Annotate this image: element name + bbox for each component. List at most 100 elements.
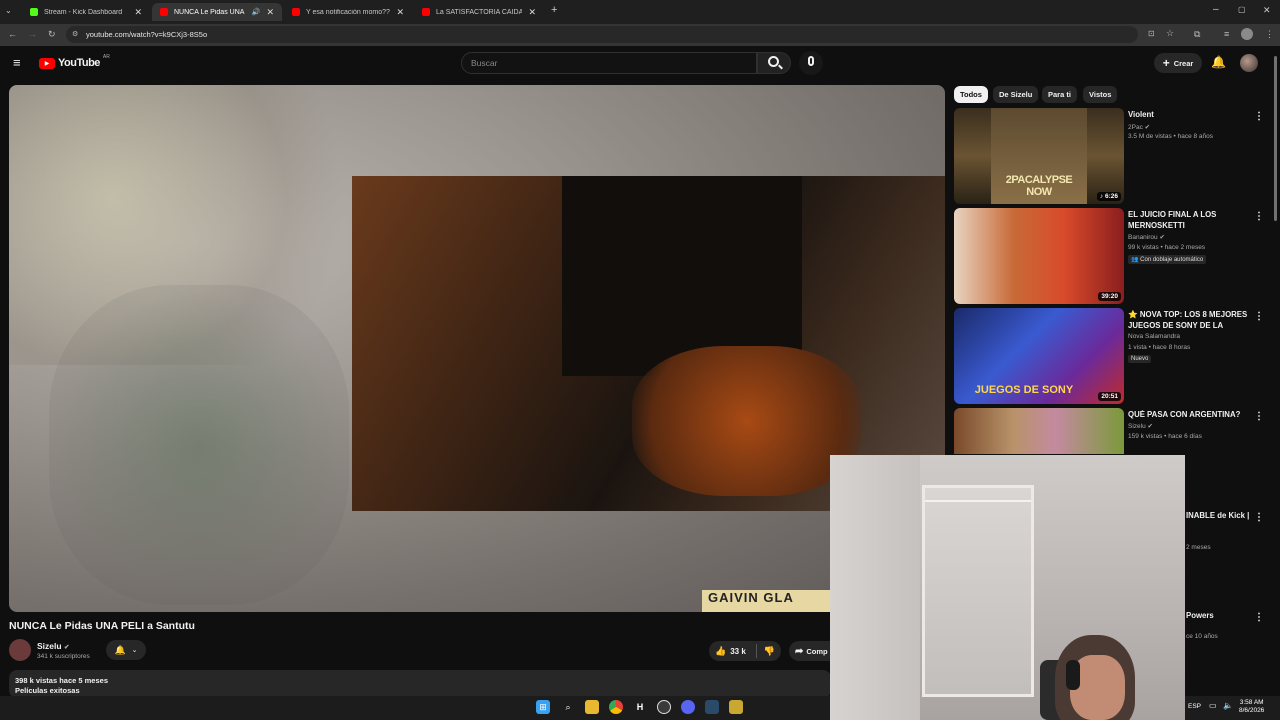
channel-name[interactable]: Sizelu ✔	[37, 641, 69, 651]
back-icon[interactable]: ←	[8, 29, 17, 39]
webcam-overlay	[830, 455, 1185, 720]
close-tab-icon[interactable]: ✕	[134, 7, 142, 18]
tab-title: NUNCA Le Pidas UNA PELI	[174, 8, 246, 16]
more-options-icon[interactable]: ⋮	[1254, 612, 1264, 623]
rec-title[interactable]: EL JUICIO FINAL A LOS MERNOSKETTI	[1128, 210, 1250, 231]
bookmark-star-icon[interactable]: ☆	[1166, 28, 1174, 39]
chip-all[interactable]: Todos	[954, 86, 988, 103]
thumb-text: JUEGOS DE SONY	[974, 384, 1074, 396]
tab-kick-dashboard[interactable]: Stream - Kick Dashboard ✕	[22, 3, 150, 21]
duration: 39:20	[1098, 292, 1121, 301]
profile-avatar[interactable]	[1241, 28, 1253, 40]
rec-title[interactable]: Violent	[1128, 110, 1250, 121]
scrollbar-thumb[interactable]	[1274, 56, 1277, 221]
search-button[interactable]	[757, 52, 791, 74]
reload-icon[interactable]: ↻	[48, 29, 56, 40]
search-input[interactable]: Buscar	[461, 52, 757, 74]
close-tab-icon[interactable]: ✕	[528, 7, 536, 18]
rec-title[interactable]: ⭐ NOVA TOP: LOS 8 MEJORES JUEGOS DE SONY…	[1128, 310, 1250, 332]
youtube-logo[interactable]: ▶ YouTube AR	[39, 54, 110, 69]
network-icon[interactable]: ▭	[1209, 701, 1217, 710]
create-label: Crear	[1173, 58, 1194, 68]
rec-channel[interactable]: Sizelu ✔	[1128, 422, 1153, 430]
extensions-icon[interactable]: ⧉	[1194, 29, 1200, 40]
chip-for-you[interactable]: Para ti	[1042, 86, 1077, 103]
close-window-icon[interactable]: ✕	[1263, 5, 1271, 16]
description-box[interactable]: 398 k vistas hace 5 meses Películas exit…	[9, 670, 831, 698]
discord-icon[interactable]	[681, 700, 695, 714]
taskbar-search-icon[interactable]: ⌕	[561, 700, 575, 714]
forward-icon[interactable]: →	[28, 29, 37, 39]
install-app-icon[interactable]: ⊡	[1148, 29, 1155, 38]
music-note-icon: ♪	[1099, 193, 1104, 200]
share-button[interactable]: ➦ Comp	[789, 641, 834, 661]
close-tab-icon[interactable]: ✕	[266, 7, 274, 18]
app-icon-notes[interactable]	[729, 700, 743, 714]
close-tab-icon[interactable]: ✕	[396, 7, 404, 18]
chrome-icon[interactable]	[609, 700, 623, 714]
rec-thumbnail[interactable]: 2PACALYPSE NOW ♪ 6:26	[954, 108, 1124, 204]
tab-youtube-2[interactable]: Y esa notificación momo??? (4 ✕	[284, 3, 412, 21]
steam-icon[interactable]	[705, 700, 719, 714]
youtube-logo-text: YouTube	[58, 57, 100, 69]
subscription-bell-button[interactable]: 🔔 ⌄	[106, 640, 146, 660]
speaker-icon[interactable]: 🔊	[252, 8, 261, 16]
rec-views-partial: ce 10 años	[1186, 633, 1218, 640]
video-player[interactable]: GAIVIN GLA	[9, 85, 945, 612]
more-options-icon[interactable]: ⋮	[1254, 411, 1264, 422]
more-options-icon[interactable]: ⋮	[1254, 512, 1264, 523]
rec-title-partial[interactable]: INABLE de Kick |	[1186, 511, 1252, 522]
rec-thumbnail[interactable]: JUEGOS DE SONY 20:51	[954, 308, 1124, 404]
channel-avatar[interactable]	[9, 639, 31, 661]
chrome-menu-icon[interactable]: ⋮	[1265, 29, 1274, 40]
create-button[interactable]: + Crear	[1154, 53, 1202, 73]
address-bar[interactable]: ⚙ youtube.com/watch?v=k9CXj3-8S5o ⊡ ☆	[66, 26, 1174, 43]
windows-start-icon[interactable]: ⊞	[536, 700, 550, 714]
voice-search-button[interactable]	[799, 51, 823, 75]
subscriber-count: 341 k suscriptores	[37, 653, 90, 660]
hamburger-menu-icon[interactable]: ≡	[13, 56, 21, 69]
site-info-icon[interactable]: ⚙	[72, 30, 78, 38]
rec-views-partial: 2 meses	[1186, 544, 1211, 551]
clock-date: 8/6/2026	[1239, 707, 1265, 714]
maximize-icon[interactable]: ▢	[1238, 5, 1246, 14]
more-options-icon[interactable]: ⋮	[1254, 311, 1264, 322]
chip-watched[interactable]: Vistos	[1083, 86, 1118, 103]
app-icon-h[interactable]: H	[633, 700, 647, 714]
more-options-icon[interactable]: ⋮	[1254, 211, 1264, 222]
rec-channel[interactable]: 2Pac ✔	[1128, 123, 1150, 131]
description-text: Películas exitosas	[15, 686, 80, 695]
volume-icon[interactable]: 🔈	[1223, 701, 1233, 710]
tab-title: Stream - Kick Dashboard	[44, 8, 123, 16]
tab-search-icon[interactable]: ⌄	[5, 6, 12, 15]
rec-channel[interactable]: Nova Salamandra	[1128, 333, 1180, 340]
taskbar-clock[interactable]: 3:58 AM 8/6/2026	[1239, 699, 1264, 715]
rec-channel[interactable]: Bananirou ✔	[1128, 233, 1165, 241]
url-text: youtube.com/watch?v=k9CXj3-8S5o	[86, 30, 208, 39]
video-blur-figure	[49, 285, 349, 605]
account-avatar[interactable]	[1240, 54, 1258, 72]
notifications-bell-icon[interactable]: 🔔	[1211, 55, 1226, 69]
thumbs-down-icon[interactable]: 👎	[764, 646, 775, 657]
file-explorer-icon[interactable]	[585, 700, 599, 714]
like-button[interactable]: 👍 33 k 👎	[709, 641, 781, 661]
rec-title[interactable]: QUÉ PASA CON ARGENTINA?	[1128, 410, 1250, 421]
rec-thumbnail[interactable]: 39:20	[954, 208, 1124, 304]
rec-thumbnail[interactable]	[954, 408, 1124, 454]
share-arrow-icon: ➦	[795, 645, 804, 657]
search-icon-handle	[778, 64, 783, 70]
new-tab-icon[interactable]: +	[551, 4, 557, 16]
more-options-icon[interactable]: ⋮	[1254, 111, 1264, 122]
media-control-icon[interactable]: ≡	[1224, 29, 1229, 39]
like-count: 33 k	[730, 646, 746, 656]
tab-youtube-3[interactable]: La SATISFACTORIA CAÍDA de B ✕	[414, 3, 544, 21]
keyboard-language[interactable]: ESP	[1188, 703, 1201, 710]
rec-views: 99 k vistas • hace 2 meses	[1128, 244, 1206, 251]
obs-icon[interactable]	[657, 700, 671, 714]
rec-title-partial[interactable]: Powers	[1186, 611, 1252, 622]
rec-channel-name: 2Pac	[1128, 124, 1143, 131]
minimize-icon[interactable]: –	[1213, 4, 1219, 15]
chip-from-channel[interactable]: De Sizelu	[993, 86, 1039, 103]
tab-youtube-active[interactable]: NUNCA Le Pidas UNA PELI 🔊 ✕	[152, 3, 282, 21]
bell-icon: 🔔	[114, 644, 126, 655]
